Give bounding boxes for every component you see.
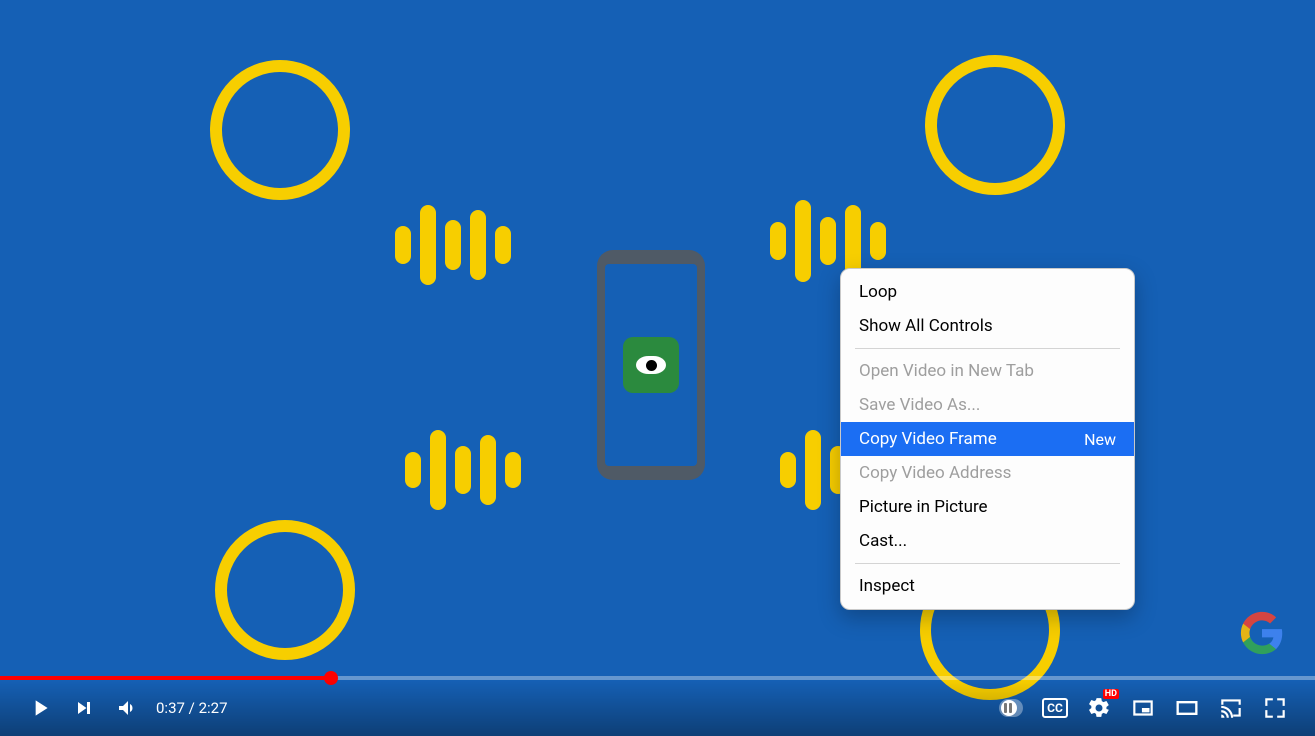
context-menu-separator xyxy=(855,563,1120,564)
theater-icon xyxy=(1173,694,1201,722)
volume-icon xyxy=(116,696,140,720)
cast-icon xyxy=(1218,695,1244,721)
cc-icon: CC xyxy=(1042,698,1068,718)
context-menu-label: Open Video in New Tab xyxy=(859,361,1034,381)
video-context-menu: Loop Show All Controls Open Video in New T… xyxy=(840,268,1135,610)
next-button[interactable] xyxy=(62,686,106,730)
lookout-app-icon xyxy=(623,337,679,393)
decor-sound-wave xyxy=(395,205,511,285)
context-menu-item[interactable]: Loop xyxy=(841,275,1134,309)
gear-icon xyxy=(1087,696,1111,720)
decor-circle xyxy=(925,55,1065,195)
context-menu-item[interactable]: Picture in Picture xyxy=(841,490,1134,524)
context-menu-label: Copy Video Frame xyxy=(859,429,997,449)
context-menu-label: Save Video As... xyxy=(859,395,980,415)
play-icon xyxy=(27,695,53,721)
context-menu-item: Save Video As... xyxy=(841,388,1134,422)
miniplayer-icon xyxy=(1130,695,1156,721)
current-time: 0:37 xyxy=(156,699,185,717)
context-menu-label: Copy Video Address xyxy=(859,463,1011,483)
context-menu-item: Open Video in New Tab xyxy=(841,354,1134,388)
autoplay-toggle[interactable] xyxy=(989,686,1033,730)
context-menu-item: Copy Video Address xyxy=(841,456,1134,490)
decor-circle xyxy=(215,520,355,660)
context-menu-label: Inspect xyxy=(859,576,915,596)
context-menu-item[interactable]: Cast... xyxy=(841,524,1134,558)
player-controls: 0:37 / 2:27 CC HD xyxy=(0,680,1315,736)
duration: 2:27 xyxy=(199,699,228,717)
google-logo-icon xyxy=(1239,610,1285,656)
decor-phone xyxy=(597,250,705,480)
decor-sound-wave xyxy=(405,430,521,510)
context-menu-label: Show All Controls xyxy=(859,316,993,336)
time-display: 0:37 / 2:27 xyxy=(156,699,228,717)
context-menu-label: Cast... xyxy=(859,531,907,551)
play-button[interactable] xyxy=(18,686,62,730)
context-menu-separator xyxy=(855,348,1120,349)
volume-button[interactable] xyxy=(106,686,150,730)
context-menu-tag: New xyxy=(1084,430,1116,449)
fullscreen-icon xyxy=(1262,695,1288,721)
next-icon xyxy=(72,696,96,720)
context-menu-item[interactable]: Inspect xyxy=(841,569,1134,603)
captions-button[interactable]: CC xyxy=(1033,686,1077,730)
hd-badge: HD xyxy=(1103,689,1119,699)
context-menu-item[interactable]: Copy Video Frame New xyxy=(841,422,1134,456)
cast-button[interactable] xyxy=(1209,686,1253,730)
theater-button[interactable] xyxy=(1165,686,1209,730)
settings-button[interactable]: HD xyxy=(1077,686,1121,730)
context-menu-item[interactable]: Show All Controls xyxy=(841,309,1134,343)
miniplayer-button[interactable] xyxy=(1121,686,1165,730)
fullscreen-button[interactable] xyxy=(1253,686,1297,730)
decor-circle xyxy=(210,60,350,200)
context-menu-label: Picture in Picture xyxy=(859,497,988,517)
context-menu-label: Loop xyxy=(859,282,897,302)
video-player[interactable]: Loop Show All Controls Open Video in New T… xyxy=(0,0,1315,736)
